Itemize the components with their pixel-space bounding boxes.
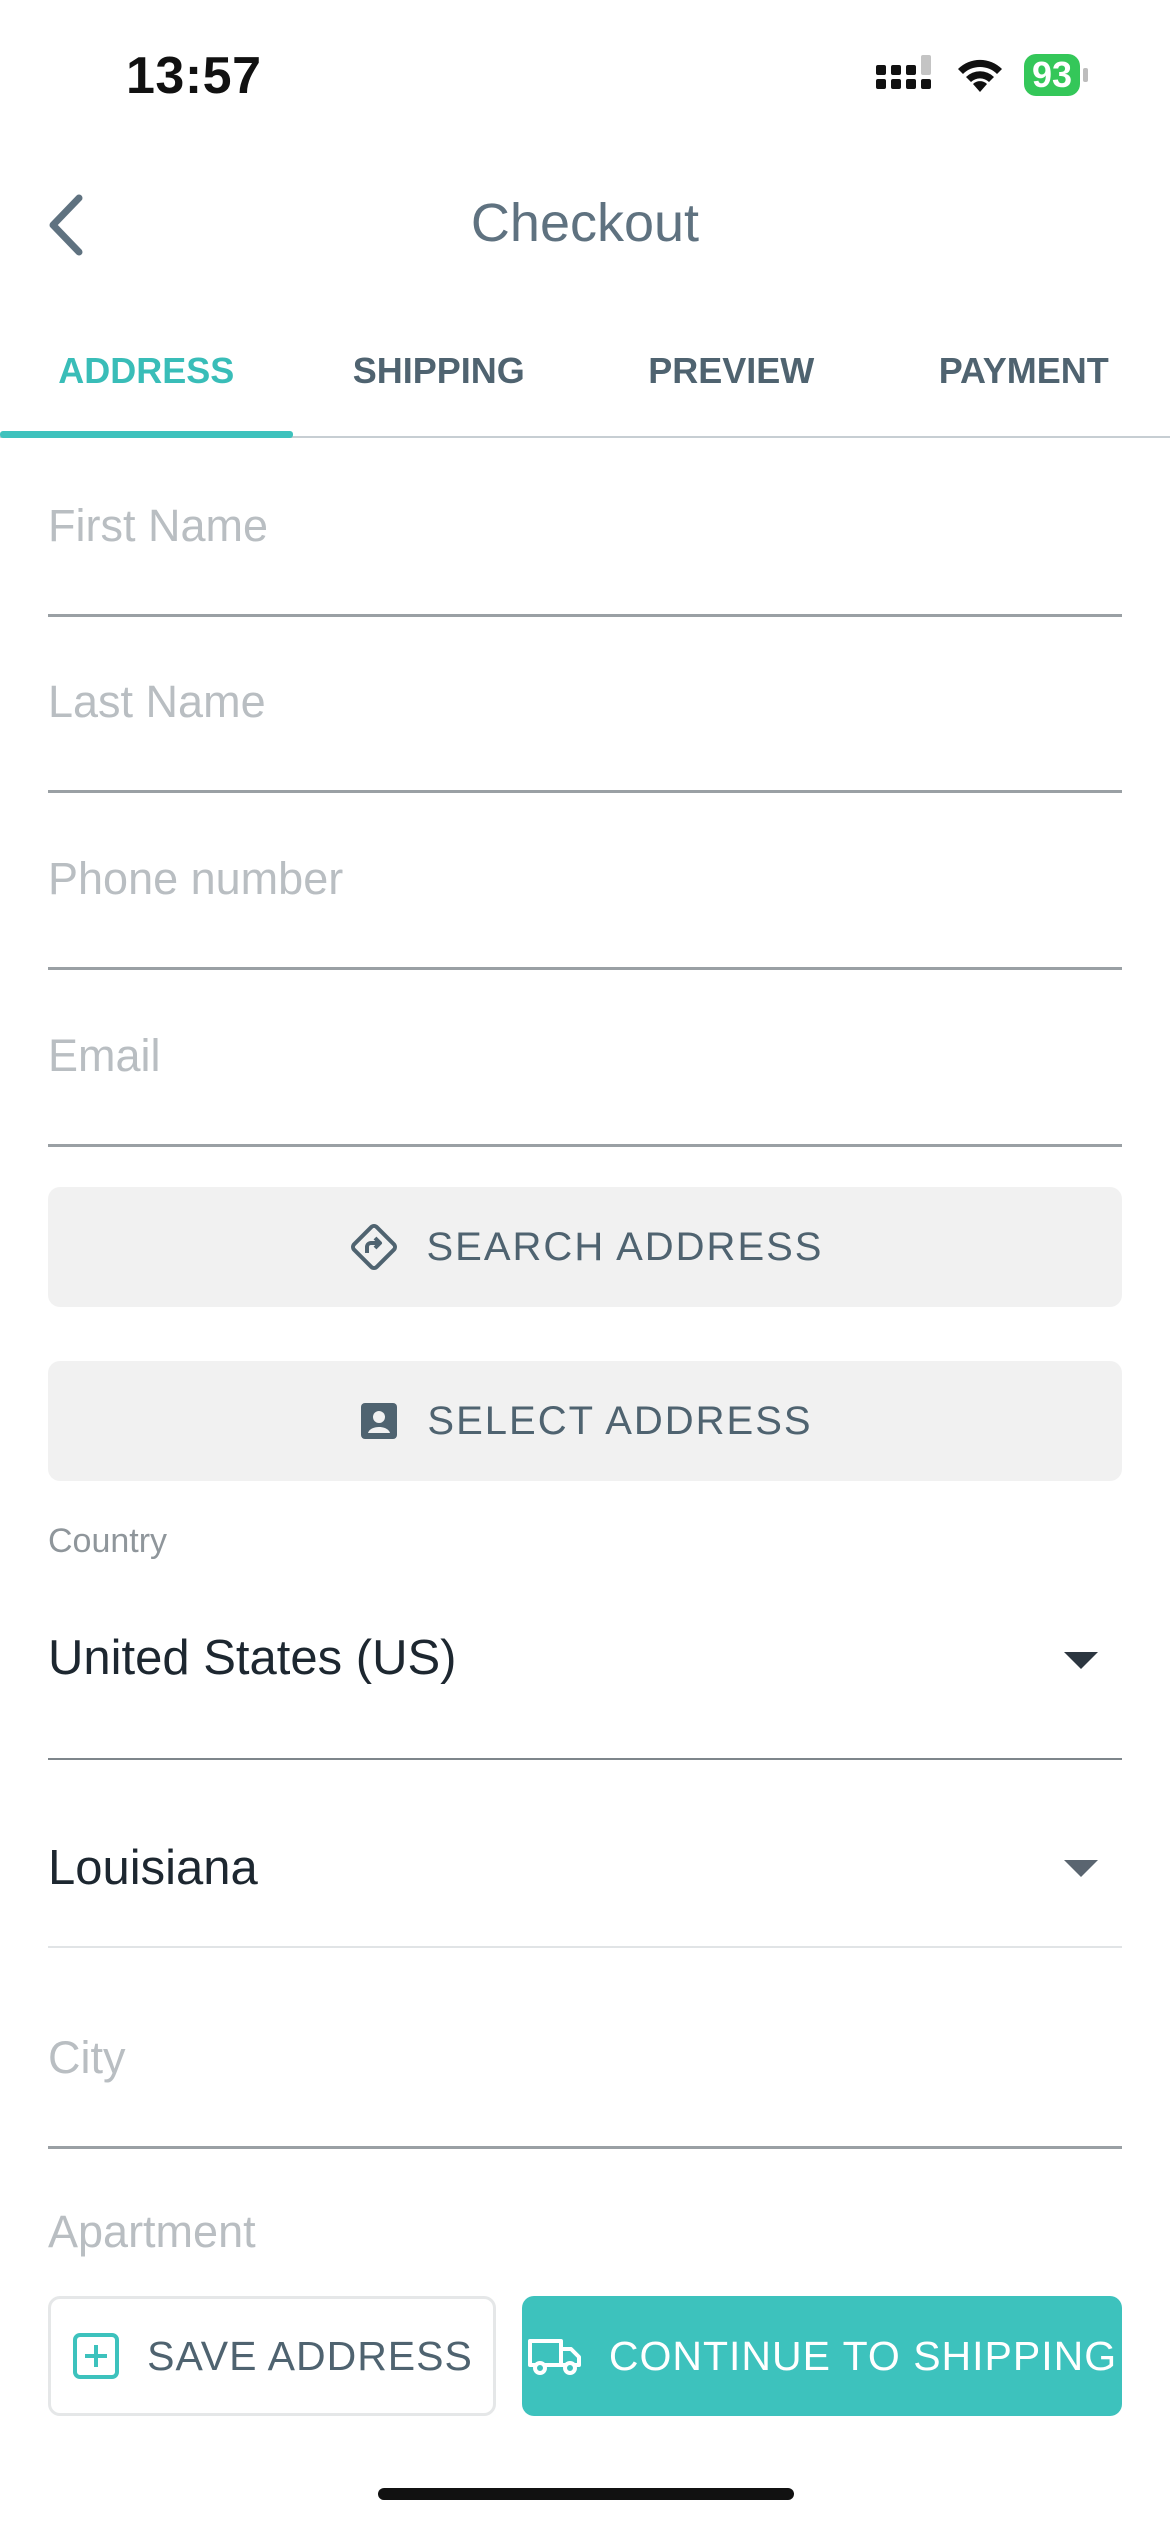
state-value: Louisiana bbox=[48, 1841, 258, 1895]
country-value: United States (US) bbox=[48, 1631, 457, 1685]
country-select[interactable]: United States (US) bbox=[48, 1600, 1122, 1760]
tab-shipping[interactable]: SHIPPING bbox=[293, 330, 586, 436]
continue-to-shipping-label: CONTINUE TO SHIPPING bbox=[608, 2332, 1118, 2379]
phone-field[interactable]: Phone number bbox=[48, 833, 1122, 970]
state-select[interactable]: Louisiana bbox=[48, 1758, 1122, 1948]
add-box-icon bbox=[73, 2333, 120, 2379]
directions-icon bbox=[350, 1224, 397, 1270]
country-label: Country bbox=[48, 1522, 168, 1560]
city-placeholder: City bbox=[48, 2032, 126, 2083]
chevron-down-icon bbox=[1064, 1652, 1098, 1669]
checkout-tabs: ADDRESS SHIPPING PREVIEW PAYMENT bbox=[0, 330, 1170, 438]
select-address-label: SELECT ADDRESS bbox=[427, 1398, 813, 1443]
apartment-placeholder: Apartment bbox=[48, 2206, 256, 2257]
battery-level: 93 bbox=[1023, 54, 1080, 96]
tab-address[interactable]: ADDRESS bbox=[0, 330, 293, 438]
home-indicator bbox=[378, 2488, 794, 2500]
select-address-button[interactable]: SELECT ADDRESS bbox=[48, 1361, 1122, 1481]
signal-icon bbox=[875, 55, 931, 89]
first-name-field[interactable]: First Name bbox=[48, 480, 1122, 617]
save-address-label: SAVE ADDRESS bbox=[147, 2332, 473, 2379]
search-address-label: SEARCH ADDRESS bbox=[426, 1224, 824, 1269]
save-address-button[interactable]: SAVE ADDRESS bbox=[48, 2296, 496, 2416]
wifi-icon bbox=[957, 59, 1002, 92]
status-icons: 93 bbox=[875, 54, 1088, 96]
tab-payment[interactable]: PAYMENT bbox=[878, 330, 1170, 436]
city-field[interactable]: City bbox=[48, 2000, 1122, 2149]
continue-to-shipping-button[interactable]: CONTINUE TO SHIPPING bbox=[522, 2296, 1122, 2416]
last-name-field[interactable]: Last Name bbox=[48, 656, 1122, 793]
contact-card-icon bbox=[361, 1403, 398, 1439]
email-field[interactable]: Email bbox=[48, 1010, 1122, 1147]
first-name-placeholder: First Name bbox=[48, 500, 269, 551]
last-name-placeholder: Last Name bbox=[48, 676, 266, 727]
truck-icon bbox=[527, 2339, 581, 2375]
battery-cap bbox=[1083, 68, 1088, 82]
phone-placeholder: Phone number bbox=[48, 853, 344, 904]
battery-icon: 93 bbox=[1023, 54, 1088, 96]
chevron-down-icon bbox=[1064, 1860, 1098, 1877]
page-title: Checkout bbox=[470, 193, 700, 253]
tab-preview[interactable]: PREVIEW bbox=[585, 330, 878, 436]
status-time: 13:57 bbox=[126, 47, 262, 105]
search-address-button[interactable]: SEARCH ADDRESS bbox=[48, 1187, 1122, 1307]
email-placeholder: Email bbox=[48, 1030, 161, 1081]
